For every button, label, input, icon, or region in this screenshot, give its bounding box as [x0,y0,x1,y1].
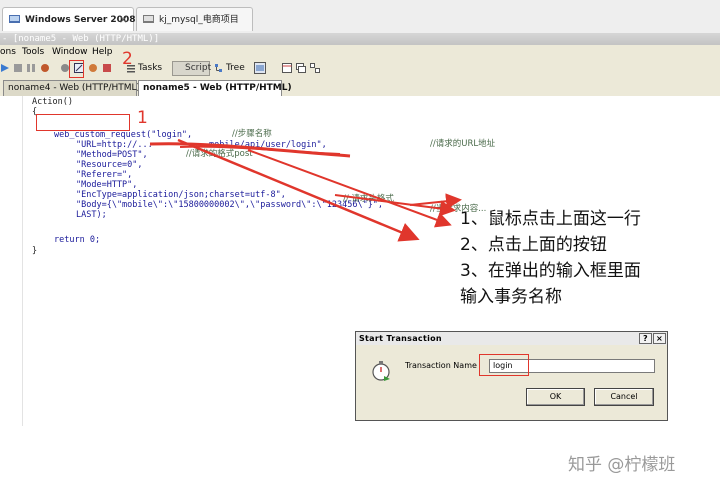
step-instruction-3: 3、在弹出的输入框里面 [460,261,641,281]
transaction-stopwatch-icon [372,361,390,381]
watermark: 知乎 @柠檬班 [568,455,676,475]
close-button[interactable]: × [653,333,666,344]
start-transaction-dialog: Start Transaction ? × Transaction Name l… [355,331,668,421]
dialog-title: Start Transaction [359,334,442,343]
annotation-box-input [479,354,529,376]
step-instruction-4: 输入事务名称 [460,287,562,307]
help-button[interactable]: ? [639,333,652,344]
ok-button[interactable]: OK [526,388,585,406]
step-instruction-1: 1、鼠标点击上面这一行 [460,209,641,229]
cancel-button[interactable]: Cancel [594,388,654,406]
step-instruction-2: 2、点击上面的按钮 [460,235,607,255]
dialog-title-bar: Start Transaction ? × [356,332,667,345]
transaction-name-label: Transaction Name [405,361,477,370]
